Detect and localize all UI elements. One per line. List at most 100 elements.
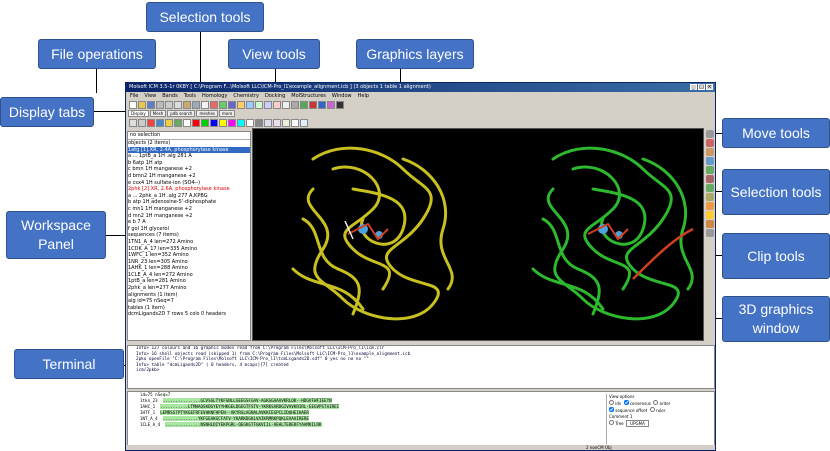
select-chain-icon[interactable] [237,101,245,109]
color-scheme-select[interactable]: UPGMA [626,420,649,427]
measure-angle-icon[interactable] [273,119,281,127]
tree-item[interactable]: 1NR_23 len=305 Amino [128,259,250,266]
display-label-icon[interactable] [183,119,191,127]
table-icon[interactable] [300,119,308,127]
ids-checkbox[interactable] [609,400,614,405]
paste-icon[interactable] [183,101,191,109]
tree-item[interactable]: tables (1 item) [128,305,250,312]
display-stick-icon[interactable] [138,119,146,127]
color-grey-icon[interactable] [255,119,263,127]
layer-ribbon-icon[interactable] [309,101,317,109]
open-folder-icon[interactable] [138,101,146,109]
tree-item[interactable]: alignments (1 item) [128,292,250,299]
menu-molstructures[interactable]: MolStructures [291,92,326,100]
tab-meshes[interactable]: meshes [196,110,218,117]
tree-item[interactable]: 1CDK_A_17 len=335 Amino [128,246,250,253]
select-neighbors-icon[interactable] [706,184,714,192]
display-wire-icon[interactable] [129,119,137,127]
terminal-prompt[interactable]: icm/2pkb> [128,368,714,374]
measure-distance-icon[interactable] [264,119,272,127]
color-blue-icon[interactable] [210,119,218,127]
tree-item[interactable]: a ... 2phk_a 1H .alg 277 A,KPBG [128,193,250,200]
clip-reset-icon[interactable] [706,229,714,237]
color-red-icon[interactable] [192,119,200,127]
color-magenta-icon[interactable] [228,119,236,127]
layer-label-icon[interactable] [336,101,344,109]
tab-display[interactable]: Display [128,110,149,117]
move-zoom-icon[interactable] [706,148,714,156]
move-translate-icon[interactable] [706,139,714,147]
tree-item[interactable]: dcmLigands2D 7 rows 5 cols 0 headers [128,311,250,318]
tree-item[interactable]: 1ptB_a len=281 Amino [128,278,250,285]
menu-bands[interactable]: Bands [162,92,177,100]
comment-value[interactable]: 1 [630,414,633,419]
color-yellow-icon[interactable] [219,119,227,127]
text-icon[interactable] [291,119,299,127]
display-ribbon-icon[interactable] [165,119,173,127]
stereo-icon[interactable] [273,101,281,109]
zoom-icon[interactable] [255,101,263,109]
tab-pdb-search[interactable]: pdb search [167,110,196,117]
select-box-icon[interactable] [706,175,714,183]
tree-item[interactable]: 2phk_a len=277 Amino [128,285,250,292]
tree-item[interactable]: e b 7 A [128,219,250,226]
selection-arrow-icon[interactable] [201,101,209,109]
close-button[interactable]: × [706,84,713,90]
menu-help[interactable]: Help [358,92,369,100]
graphics-window[interactable] [252,128,704,341]
minimize-button[interactable]: _ [690,84,697,90]
tree-item[interactable]: alg id=75 nSeq=7 [128,298,250,305]
center-view-icon[interactable] [246,101,254,109]
maximize-button[interactable]: □ [698,84,705,90]
consensus-checkbox[interactable] [623,400,629,405]
tab-more[interactable]: more [219,110,236,117]
hbond-icon[interactable] [282,119,290,127]
tree-item[interactable]: c bmn 1H manganese +2 [128,166,250,173]
tree-item[interactable]: b atp 1H adenosine-5'-diphosphate [128,199,250,206]
tree-item[interactable]: c mn1 1H manganese +2 [128,206,250,213]
clip-slab-icon[interactable] [706,220,714,228]
tab-mesh[interactable]: Mesh [149,110,167,117]
display-cpk-icon[interactable] [156,119,164,127]
perspective-icon[interactable] [282,101,290,109]
fog-icon[interactable] [291,101,299,109]
tree-item[interactable]: sequences (7 items) [128,232,250,239]
tree-item[interactable]: d bmn2 1H manganese +2 [128,173,250,180]
tree-item[interactable]: 1TN1_A_4 len=272 Amino [128,239,250,246]
new-file-icon[interactable] [129,101,137,109]
select-residue-icon[interactable] [210,101,218,109]
color-white-icon[interactable] [246,119,254,127]
menu-view[interactable]: View [144,92,156,100]
color-cyan-icon[interactable] [237,119,245,127]
ruler-checkbox[interactable] [649,407,655,412]
tree-item[interactable]: 1WFC_1 len=352 Amino [128,252,250,259]
layer-cpk-icon[interactable] [327,101,335,109]
select-sphere-icon[interactable] [228,101,236,109]
cut-icon[interactable] [165,101,173,109]
tree-item[interactable]: d mn2 1H manganese +2 [128,213,250,220]
menu-file[interactable]: File [130,92,138,100]
menu-window[interactable]: Window [332,92,352,100]
tree-item[interactable]: objects (2 items) [128,140,250,147]
display-ball-icon[interactable] [147,119,155,127]
clip-front-icon[interactable] [706,202,714,210]
layer-wire-icon[interactable] [300,101,308,109]
copy-icon[interactable] [174,101,182,109]
select-lasso-icon[interactable] [706,166,714,174]
sequence-offset-checkbox[interactable] [609,407,614,412]
layer-surface-icon[interactable] [318,101,326,109]
tree-item[interactable]: a ... 1ptB_a 1H .alg 281 A [128,153,250,160]
tree-item[interactable]: 1atg [1].XR, 2.4A, phosphorylase kinase [128,146,250,154]
menu-homology[interactable]: Homology [202,92,227,100]
tree-item[interactable]: 2phk [2].XR, 2.6A, phosphorylase kinase [128,186,250,193]
color-green-icon[interactable] [201,119,209,127]
tree-item[interactable]: f gol 1H glycerol [128,226,250,233]
select-invert-icon[interactable] [706,193,714,201]
tree-item[interactable]: 1CLE_A_4 len=272 Amino [128,272,250,279]
save-icon[interactable] [147,101,155,109]
tree-checkbox[interactable] [609,420,614,425]
clip-back-icon[interactable] [706,211,714,219]
move-rotate-icon[interactable] [706,130,714,138]
select-atom-icon[interactable] [219,101,227,109]
tree-item[interactable]: 1AHK_1 len=288 Amino [128,265,250,272]
